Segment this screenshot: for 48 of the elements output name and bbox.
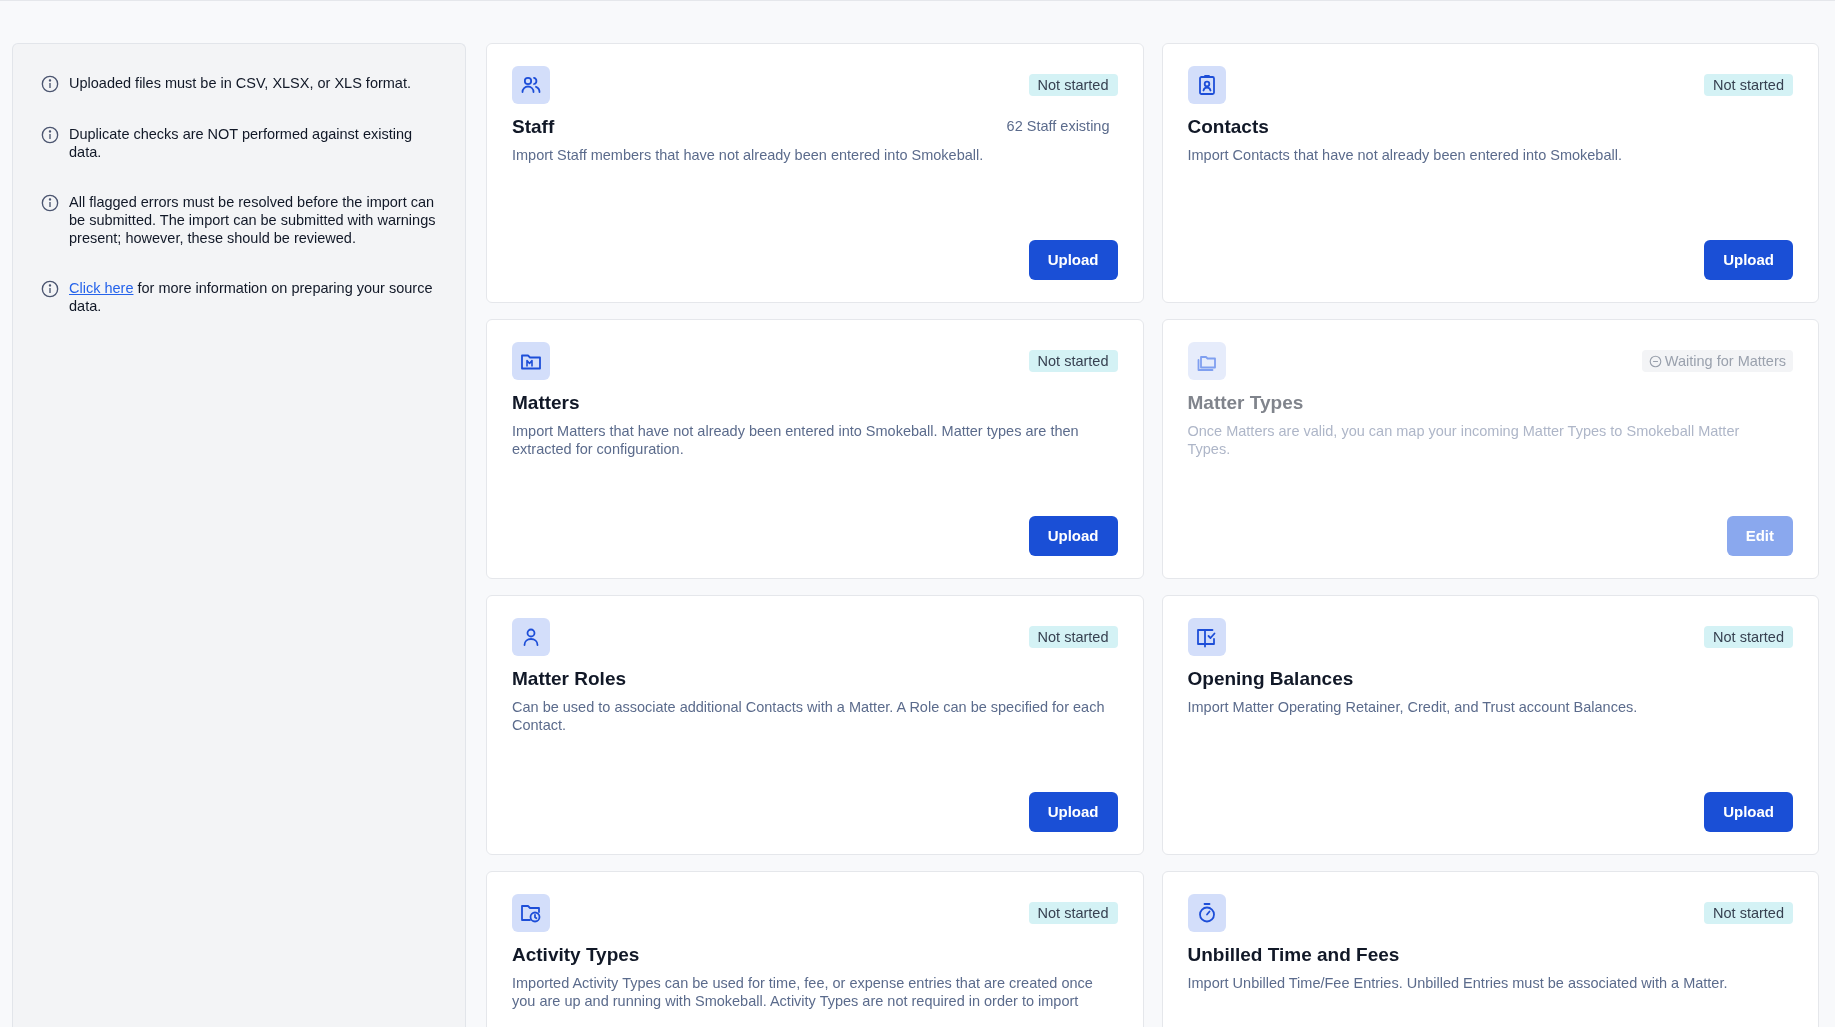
card-title: Opening Balances — [1187, 667, 1354, 691]
note-text: Click here for more information on preparing your source data. — [69, 279, 434, 315]
card-description: Import Contacts that have not already been entered into Smokeball. — [1187, 146, 1623, 164]
info-icon — [41, 126, 59, 144]
info-icon — [41, 75, 59, 93]
status-badge: Not started — [1028, 626, 1118, 648]
status-badge: Not started — [1028, 350, 1118, 372]
status-badge: Not started — [1704, 74, 1793, 96]
upload-button[interactable]: Upload — [1704, 792, 1793, 832]
card-title: Matter Types — [1187, 391, 1304, 415]
status-badge: Not started — [1028, 74, 1118, 96]
upload-button[interactable]: Upload — [1028, 792, 1118, 832]
upload-button[interactable]: Upload — [1028, 240, 1118, 280]
upload-button[interactable]: Upload — [1704, 240, 1793, 280]
folder-icon — [512, 342, 550, 380]
card-description: Once Matters are valid, you can map your incoming Matter Types to Smokeball Matter Types. — [1187, 422, 1741, 458]
count-text: 62 Staff existing — [1006, 117, 1110, 137]
card-description: Import Staff members that have not already been entered into Smokeball. — [512, 146, 985, 164]
status-badge: Waiting for Matters — [1641, 350, 1793, 372]
card-title: Unbilled Time and Fees — [1187, 943, 1400, 967]
card-description: Import Matter Operating Retainer, Credit, and Trust account Balances. — [1187, 698, 1639, 716]
note-text: All flagged errors must be resolved before the import can be submitted. The import can be submitted with warnings present; however, these should be reviewed. — [69, 193, 437, 247]
status-badge: Not started — [1704, 626, 1793, 648]
help-link[interactable]: Click here — [69, 280, 134, 296]
info-icon — [41, 194, 59, 212]
info-icon — [41, 280, 59, 298]
stopwatch-icon — [1187, 894, 1226, 932]
card-description: Imported Activity Types can be used for time, fee, or expense entries that are created once you are up and running with Smokeball. Activity Types are not required in order to import — [512, 974, 1094, 1010]
card-description: Import Unbilled Time/Fee Entries. Unbilled Entries must be associated with a Matter. — [1187, 974, 1729, 992]
book-check-icon — [1187, 618, 1226, 656]
folder-clock-icon — [512, 894, 550, 932]
card-title: Matter Roles — [512, 667, 627, 691]
minus-circle-icon — [1648, 354, 1662, 368]
card-title: Matters — [512, 391, 580, 415]
status-badge: Not started — [1704, 902, 1793, 924]
person-icon — [512, 618, 550, 656]
status-badge: Not started — [1028, 902, 1118, 924]
folders-icon — [1187, 342, 1226, 380]
note-text: Duplicate checks are NOT performed against existing data. — [69, 125, 414, 161]
note-text: Uploaded files must be in CSV, XLSX, or XLS format. — [69, 74, 411, 93]
contact-card-icon — [1187, 66, 1226, 104]
card-title: Staff — [512, 115, 555, 139]
card-description: Import Matters that have not already been entered into Smokeball. Matter types are then extracted for configuration. — [512, 422, 1080, 458]
card-description: Can be used to associate additional Contacts with a Matter. A Role can be specified for each Contact. — [512, 698, 1106, 734]
upload-button[interactable]: Upload — [1028, 516, 1118, 556]
card-title: Activity Types — [512, 943, 640, 967]
people-icon — [512, 66, 550, 104]
card-title: Contacts — [1187, 115, 1269, 139]
